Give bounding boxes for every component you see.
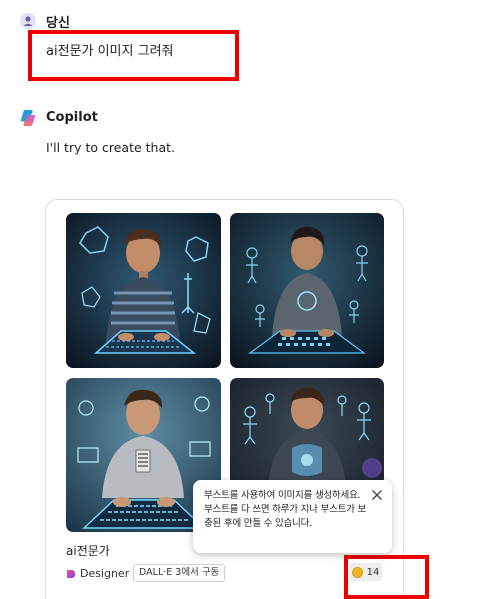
copilot-logo-icon xyxy=(19,109,37,127)
copilot-name: Copilot xyxy=(46,110,98,125)
designer-link[interactable]: Designer xyxy=(66,567,129,580)
image-title: ai전문가 xyxy=(66,544,110,558)
highlight-box-user-message xyxy=(28,30,239,81)
designer-label: Designer xyxy=(80,567,130,580)
generated-image-2[interactable] xyxy=(230,213,384,368)
copilot-message: I'll try to create that. xyxy=(46,140,175,155)
tooltip-text: 부스트를 사용하여 이미지를 생성하세요. 부스트를 다 쓰면 하루가 지나 부… xyxy=(204,490,367,529)
highlight-box-boost xyxy=(344,555,429,599)
model-badge: DALL·E 3에서 구동 xyxy=(133,564,226,582)
boost-tooltip: 부스트를 사용하여 이미지를 생성하세요. 부스트를 다 쓰면 하루가 지나 부… xyxy=(193,480,392,553)
designer-logo-icon xyxy=(67,569,75,578)
generated-image-1[interactable] xyxy=(66,213,221,368)
close-icon[interactable] xyxy=(371,489,383,501)
user-avatar-icon xyxy=(20,13,36,29)
user-name: 당신 xyxy=(46,16,70,31)
